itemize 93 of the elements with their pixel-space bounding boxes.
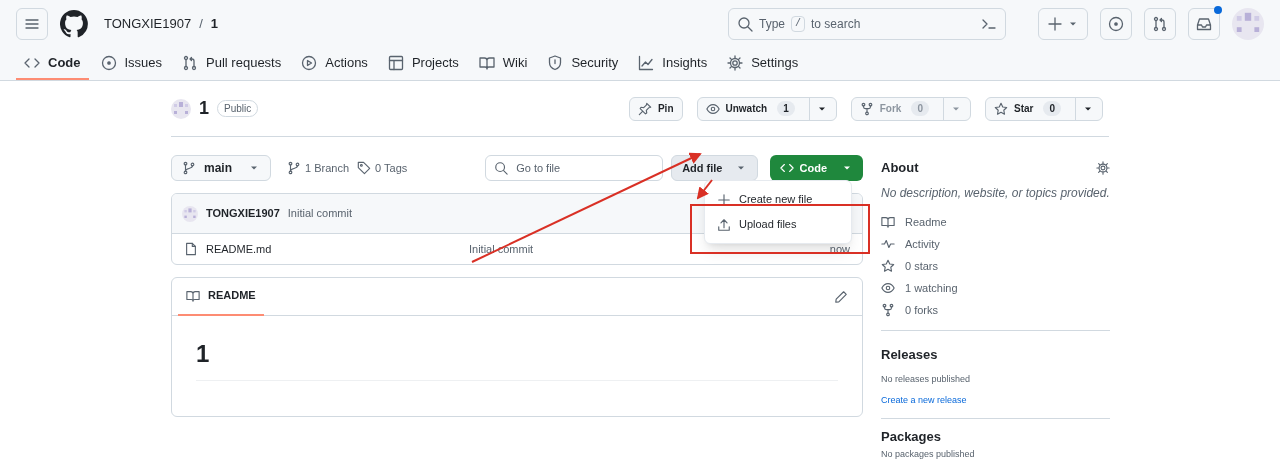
path-separator: / [199,15,203,34]
book-icon [478,55,495,71]
pencil-icon [834,289,848,304]
repo-name: 1 [199,97,209,120]
pin-icon [637,101,652,116]
branch-selector[interactable]: main [171,155,271,181]
star-icon [881,259,895,273]
commit-author[interactable]: TONGXIE1907 [206,205,280,222]
repo-link[interactable]: 1 [210,14,219,34]
readme-heading: 1 [196,336,838,381]
repo-tab[interactable]: Projects [379,48,467,80]
pulse-icon [881,237,895,251]
plus-icon [1047,16,1063,32]
go-to-file-field[interactable]: Go to file [485,155,664,181]
create-release-link[interactable]: Create a new release [881,395,967,405]
releases-heading: Releases [881,346,939,364]
repo-tab[interactable]: Actions [293,48,376,80]
search-icon [494,161,509,175]
pull-request-icon [182,55,199,71]
sidebar-link[interactable]: 0 forks [881,299,1110,321]
sidebar-link[interactable]: 1 watching [881,277,1110,299]
issues-button[interactable] [1100,8,1132,40]
sidebar-link[interactable]: Readme [881,211,1110,233]
pull-request-icon [1152,16,1168,32]
avatar [182,205,198,222]
issue-icon [100,55,117,71]
packages-heading: Packages [881,429,942,445]
sidebar-link[interactable]: Activity [881,233,1110,255]
issue-icon [1108,16,1124,32]
code-button[interactable]: Code [769,155,863,181]
branch-icon [287,161,301,175]
eye-icon [881,281,895,295]
repo-tab[interactable]: Settings [719,48,807,80]
tags-link[interactable]: 0 Tags [357,159,408,177]
repo-description: No description, website, or topics provided. [881,185,1110,202]
counter: 0 [1043,101,1061,116]
search-hint: Type [759,16,785,33]
pull-requests-button[interactable] [1144,8,1176,40]
fork-icon [859,101,874,116]
owner-link[interactable]: TONGXIE1907 [104,14,192,34]
settings-icon [1096,161,1110,175]
shield-icon [547,55,564,71]
shortcut-key: / [791,16,806,32]
book-icon [881,215,895,229]
eye-icon [705,101,720,116]
add-file-button[interactable]: Add file [671,155,758,181]
settings-button[interactable] [1096,161,1110,175]
search-field[interactable]: Type / to search [728,8,1006,40]
inbox-button[interactable] [1188,8,1220,40]
upload-icon [717,217,731,232]
sidebar-link[interactable]: 0 stars [881,255,1110,277]
about-heading: About [881,159,919,178]
plus-icon [717,192,731,207]
inbox-icon [1196,16,1212,32]
file-icon [184,242,198,256]
octocat-logo[interactable] [60,10,88,38]
commit-message[interactable]: Initial commit [287,205,352,222]
readme-tab[interactable]: README [178,277,264,316]
no-releases-text: No releases published [881,372,972,386]
menu-icon [24,16,40,32]
menu-item[interactable]: Upload files [705,212,851,237]
repo-tab[interactable]: Wiki [470,48,536,80]
menu-button[interactable] [16,8,48,40]
star-icon [994,101,1008,116]
counter: 0 [911,101,929,116]
menu-item[interactable]: Create new file [705,187,851,212]
fork-icon [881,303,895,317]
commit-message[interactable]: Initial commit [469,240,830,258]
repo-tab[interactable]: Pull requests [174,48,290,80]
avatar [171,98,191,119]
repo-tab[interactable]: Insights [630,48,716,80]
counter: 1 [777,101,795,116]
tag-icon [357,161,372,175]
star-button[interactable]: Star 0 [985,96,1103,121]
table-icon [387,55,404,71]
branches-link[interactable]: 1 Branch [287,159,350,177]
play-icon [301,55,318,71]
file-name[interactable]: README.md [206,240,469,258]
book-icon [186,288,200,303]
pin-button[interactable]: Pin [628,96,683,121]
no-packages-text: No packages published [881,449,976,460]
code-icon [779,161,794,175]
avatar [1232,8,1264,40]
branch-icon [182,161,196,175]
search-icon [737,16,753,32]
watch-button[interactable]: Unwatch 1 [696,96,837,121]
settings-icon [727,55,744,71]
create-new-button[interactable] [1038,8,1088,40]
repo-tab[interactable]: Issues [92,48,171,80]
graph-icon [638,55,655,71]
repo-tab[interactable]: Code [16,48,89,80]
repo-tab[interactable]: Security [539,48,627,80]
search-hint: to search [811,16,862,33]
